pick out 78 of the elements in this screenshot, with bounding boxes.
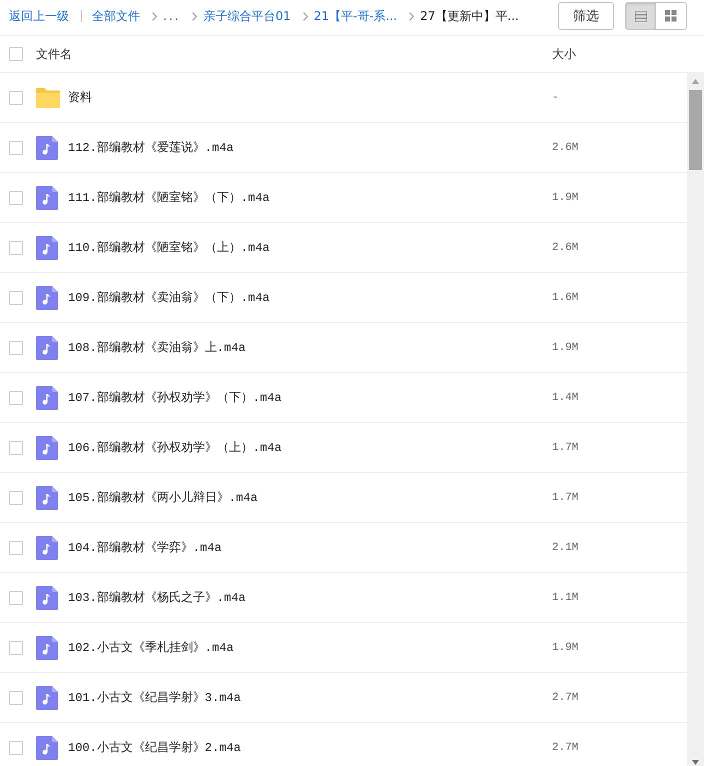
breadcrumb-ellipsis[interactable]: ... [163, 9, 180, 23]
file-name[interactable]: 109.部编教材《卖油翁》（下）.m4a [68, 289, 552, 306]
file-name[interactable]: 107.部编教材《孙权劝学》（下）.m4a [68, 389, 552, 406]
file-size: 1.7M [552, 492, 580, 504]
up-arrow-icon[interactable] [692, 79, 699, 84]
checkbox[interactable] [9, 740, 23, 754]
file-name[interactable]: 108.部编教材《卖油翁》上.m4a [68, 339, 552, 356]
file-size: - [552, 92, 560, 104]
file-size: 1.7M [552, 442, 580, 454]
file-size: 2.6M [552, 142, 580, 154]
down-arrow-icon[interactable] [692, 760, 699, 765]
file-size: 1.1M [552, 592, 580, 604]
folder-icon [36, 88, 60, 108]
filter-button[interactable]: 筛选 [558, 2, 614, 30]
chevron-icon [409, 12, 414, 20]
file-name[interactable]: 105.部编教材《两小儿辩日》.m4a [68, 489, 552, 506]
file-name[interactable]: 103.部编教材《杨氏之子》.m4a [68, 589, 552, 606]
checkbox[interactable] [9, 540, 23, 554]
file-name[interactable]: 资料 [68, 89, 552, 106]
file-name[interactable]: 112.部编教材《爱莲说》.m4a [68, 139, 552, 156]
music-file-icon [36, 286, 58, 310]
file-size: 2.7M [552, 692, 580, 704]
checkbox[interactable] [9, 140, 23, 154]
file-size: 1.6M [552, 292, 580, 304]
file-size: 1.9M [552, 642, 580, 654]
file-name[interactable]: 102.小古文《季札挂剑》.m4a [68, 639, 552, 656]
checkbox[interactable] [9, 240, 23, 254]
music-file-icon [36, 236, 58, 260]
current-folder: 27【更新中】平... [420, 8, 519, 24]
music-file-icon [36, 186, 58, 210]
grid-view-button[interactable] [656, 2, 687, 30]
music-file-icon [36, 586, 58, 610]
file-size: 1.9M [552, 192, 580, 204]
file-name[interactable]: 110.部编教材《陋室铭》（上）.m4a [68, 239, 552, 256]
music-file-icon [36, 386, 58, 410]
file-size: 2.7M [552, 742, 580, 754]
breadcrumb-link[interactable]: 全部文件 [92, 8, 140, 24]
checkbox[interactable] [9, 290, 23, 304]
back-link[interactable]: 返回上一级 [9, 8, 69, 24]
music-file-icon [36, 536, 58, 560]
checkbox[interactable] [9, 690, 23, 704]
checkbox[interactable] [9, 390, 23, 404]
breadcrumb-link[interactable]: 亲子综合平台01 [203, 8, 291, 24]
file-name[interactable]: 106.部编教材《孙权劝学》（上）.m4a [68, 439, 552, 456]
music-file-icon [36, 136, 58, 160]
file-size: 2.1M [552, 542, 580, 554]
size-column-header[interactable]: 大小 [552, 46, 704, 62]
file-name[interactable]: 111.部编教材《陋室铭》（下）.m4a [68, 189, 552, 206]
music-file-icon [36, 636, 58, 660]
breadcrumb-link[interactable]: 21【平-哥-系... [314, 8, 398, 24]
checkbox[interactable] [9, 590, 23, 604]
grid-icon [665, 10, 677, 22]
music-file-icon [36, 436, 58, 460]
file-name[interactable]: 100.小古文《纪昌学射》2.m4a [68, 739, 552, 756]
chevron-icon [152, 12, 157, 20]
checkbox[interactable] [9, 340, 23, 354]
file-name[interactable]: 101.小古文《纪昌学射》3.m4a [68, 689, 552, 706]
scrollbar-track[interactable] [687, 73, 704, 766]
chevron-icon [302, 12, 308, 20]
chevron-icon [192, 12, 198, 20]
checkbox[interactable] [9, 90, 23, 104]
file-size: 2.6M [552, 242, 580, 254]
music-file-icon [36, 336, 58, 360]
select-all-checkbox[interactable] [9, 47, 23, 61]
file-size: 1.9M [552, 342, 580, 354]
checkbox[interactable] [9, 440, 23, 454]
music-file-icon [36, 736, 58, 760]
music-file-icon [36, 686, 58, 710]
file-size: 1.4M [552, 392, 580, 404]
name-column-header[interactable]: 文件名 [36, 46, 552, 62]
list-icon [634, 10, 646, 22]
checkbox[interactable] [9, 640, 23, 654]
list-view-button[interactable] [625, 2, 656, 30]
music-file-icon [36, 486, 58, 510]
checkbox[interactable] [9, 490, 23, 504]
scrollbar-thumb[interactable] [689, 90, 702, 170]
checkbox[interactable] [9, 190, 23, 204]
file-name[interactable]: 104.部编教材《学弈》.m4a [68, 539, 552, 556]
